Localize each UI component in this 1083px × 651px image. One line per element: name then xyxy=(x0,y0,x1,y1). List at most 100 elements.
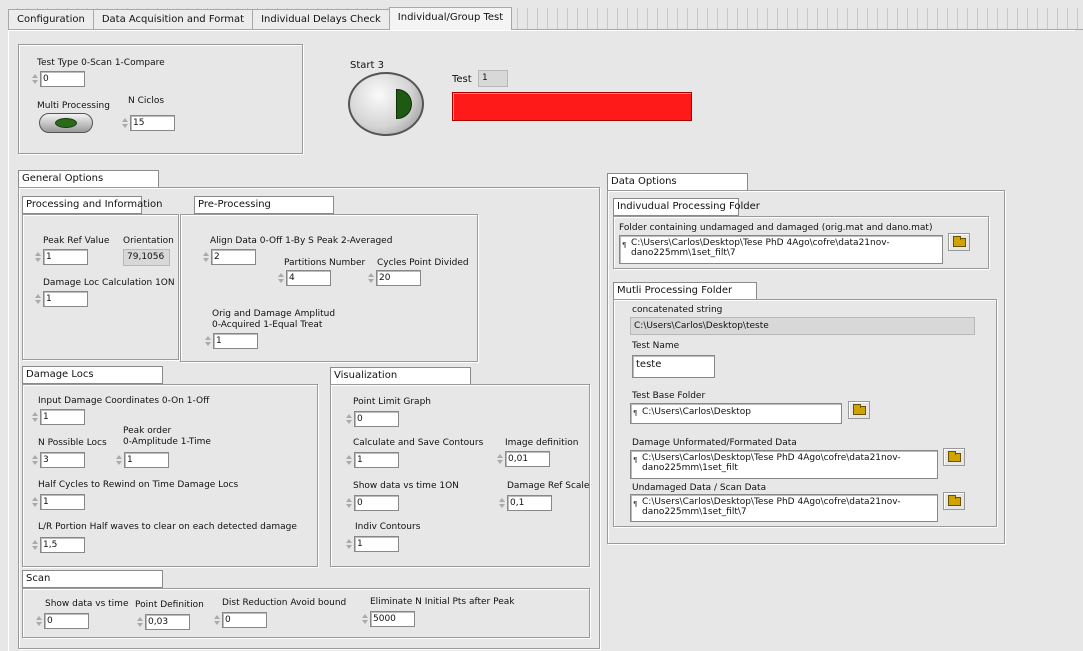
spinner-icon[interactable] xyxy=(30,536,39,554)
partitions-input[interactable]: 4 xyxy=(276,269,331,287)
spinner-icon[interactable] xyxy=(344,535,353,553)
damage-loc-input[interactable]: 1 xyxy=(33,290,88,308)
spinner-icon[interactable] xyxy=(34,612,43,630)
data-options-title: Data Options xyxy=(607,173,748,191)
spinner-icon[interactable] xyxy=(497,494,506,512)
tab-configuration[interactable]: Configuration xyxy=(8,9,94,29)
start-button[interactable] xyxy=(348,72,424,136)
spinner-icon[interactable] xyxy=(366,269,375,287)
n-ciclos-input[interactable]: 15 xyxy=(120,114,175,132)
peak-ref-label: Peak Ref Value xyxy=(43,236,110,246)
eliminate-pts-input[interactable]: 5000 xyxy=(360,610,415,628)
multi-processing-label: Multi Processing xyxy=(37,101,110,111)
peak-order-input[interactable]: 1 xyxy=(114,451,169,469)
spinner-icon[interactable] xyxy=(30,70,39,88)
tab-individual-group-test[interactable]: Individual/Group Test xyxy=(388,7,513,30)
n-possible-locs-input[interactable]: 3 xyxy=(30,451,85,469)
browse-folder-button[interactable] xyxy=(948,233,970,251)
multi-processing-toggle[interactable] xyxy=(39,113,93,133)
undamaged-data-path[interactable]: ¶ C:\Users\Carlos\Desktop\Tese PhD 4Ago\… xyxy=(630,494,938,522)
eliminate-pts-label: Eliminate N Initial Pts after Peak xyxy=(370,597,515,607)
undamaged-data-label: Undamaged Data / Scan Data xyxy=(632,483,767,493)
peak-order-sublabel: 0-Amplitude 1-Time xyxy=(123,437,211,447)
spinner-icon[interactable] xyxy=(33,290,42,308)
spinner-icon[interactable] xyxy=(344,494,353,512)
orig-damage-input[interactable]: 1 xyxy=(203,332,258,350)
input-coords-input[interactable]: 1 xyxy=(30,408,85,426)
point-definition-input[interactable]: 0,03 xyxy=(135,613,190,631)
scan-title: Scan xyxy=(22,570,163,588)
concat-string-label: concatenated string xyxy=(632,305,723,315)
tab-individual-delays[interactable]: Individual Delays Check xyxy=(252,9,390,29)
indiv-folder-title: Indivudual Processing Folder xyxy=(613,198,760,216)
indiv-contours-input[interactable]: 1 xyxy=(344,535,399,553)
calc-contours-label: Calculate and Save Contours xyxy=(353,438,484,448)
scan-frame xyxy=(22,588,590,638)
browse-undamaged-data-button[interactable] xyxy=(943,492,965,510)
test-base-folder-label: Test Base Folder xyxy=(632,391,706,401)
spinner-icon[interactable] xyxy=(120,114,129,132)
scan-show-data-input[interactable]: 0 xyxy=(34,612,89,630)
spinner-icon[interactable] xyxy=(201,248,210,266)
damage-data-path[interactable]: ¶ C:\Users\Carlos\Desktop\Tese PhD 4Ago\… xyxy=(630,450,938,479)
tab-bar: Configuration Data Acquisition and Forma… xyxy=(8,7,1083,30)
orig-damage-sublabel: 0-Acquired 1-Equal Treat xyxy=(212,320,323,330)
lr-portion-input[interactable]: 1,5 xyxy=(30,536,85,554)
folder-open-icon xyxy=(952,235,966,247)
preprocessing-title: Pre-Processing xyxy=(194,196,334,214)
damage-ref-scale-input[interactable]: 0,1 xyxy=(497,494,552,512)
spinner-icon[interactable] xyxy=(344,451,353,469)
led-green-icon xyxy=(55,118,77,128)
browse-damage-data-button[interactable] xyxy=(943,448,965,466)
path-icon: ¶ xyxy=(633,456,638,464)
spinner-icon[interactable] xyxy=(30,408,39,426)
test-type-input[interactable]: 0 xyxy=(30,70,85,88)
align-data-input[interactable]: 2 xyxy=(201,248,256,266)
folder-open-icon xyxy=(947,494,961,506)
spinner-icon[interactable] xyxy=(203,332,212,350)
damage-locs-title: Damage Locs xyxy=(22,366,163,384)
tab-data-acquisition[interactable]: Data Acquisition and Format xyxy=(92,9,254,29)
show-data-time-input[interactable]: 0 xyxy=(344,494,399,512)
dist-reduction-input[interactable]: 0 xyxy=(212,611,267,629)
spinner-icon[interactable] xyxy=(30,451,39,469)
test-number-indicator: 1 xyxy=(478,70,508,87)
orientation-indicator: 79,1056 xyxy=(123,249,170,266)
spinner-icon[interactable] xyxy=(276,269,285,287)
start-label: Start 3 xyxy=(350,60,384,71)
general-options-title: General Options xyxy=(18,170,159,188)
orientation-label: Orientation xyxy=(123,236,174,246)
image-def-input[interactable]: 0,01 xyxy=(495,450,550,468)
indiv-contours-label: Indiv Contours xyxy=(355,522,421,532)
test-status-indicator xyxy=(452,92,692,121)
spinner-icon[interactable] xyxy=(212,611,221,629)
indiv-folder-path[interactable]: ¶ C:\Users\Carlos\Desktop\Tese PhD 4Ago\… xyxy=(619,235,943,264)
damage-data-label: Damage Unformated/Formated Data xyxy=(632,438,797,448)
spinner-icon[interactable] xyxy=(33,248,42,266)
spinner-icon[interactable] xyxy=(135,613,144,631)
spinner-icon[interactable] xyxy=(344,410,353,428)
damage-loc-label: Damage Loc Calculation 1ON xyxy=(43,278,175,288)
point-limit-label: Point Limit Graph xyxy=(353,397,431,407)
concat-string-indicator: C:\Users\Carlos\Desktop\teste xyxy=(630,317,975,335)
spinner-icon[interactable] xyxy=(30,493,39,511)
half-cycles-label: Half Cycles to Rewind on Time Damage Loc… xyxy=(38,480,239,490)
spinner-icon[interactable] xyxy=(360,610,369,628)
test-name-input[interactable]: teste xyxy=(632,355,715,378)
show-data-time-label: Show data vs time 1ON xyxy=(353,481,459,491)
peak-order-label: Peak order xyxy=(123,426,172,436)
point-limit-input[interactable]: 0 xyxy=(344,410,399,428)
test-name-label: Test Name xyxy=(632,341,680,351)
folder-open-icon xyxy=(852,403,866,415)
test-base-folder-path[interactable]: ¶ C:\Users\Carlos\Desktop xyxy=(630,403,842,424)
browse-base-folder-button[interactable] xyxy=(848,401,870,419)
scan-show-data-label: Show data vs time xyxy=(45,599,129,609)
calc-contours-input[interactable]: 1 xyxy=(344,451,399,469)
input-coords-label: Input Damage Coordinates 0-On 1-Off xyxy=(38,396,210,406)
spinner-icon[interactable] xyxy=(495,450,504,468)
half-cycles-input[interactable]: 1 xyxy=(30,493,85,511)
peak-ref-input[interactable]: 1 xyxy=(33,248,88,266)
cycles-point-input[interactable]: 20 xyxy=(366,269,421,287)
spinner-icon[interactable] xyxy=(114,451,123,469)
image-def-label: Image definition xyxy=(505,438,579,448)
